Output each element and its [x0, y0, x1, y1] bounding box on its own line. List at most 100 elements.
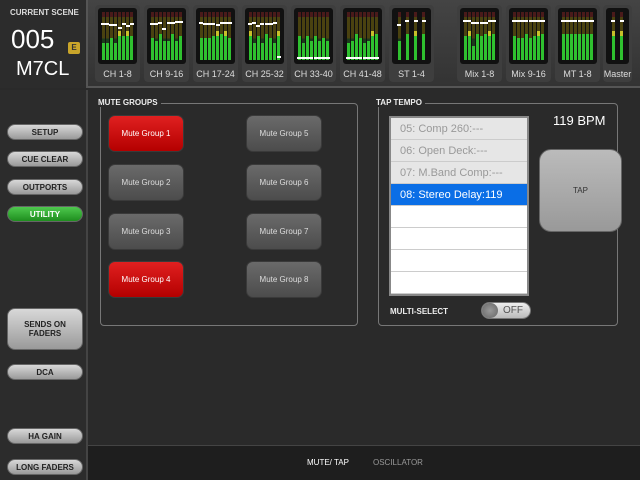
long-faders-button[interactable]: LONG FADERS — [7, 459, 83, 475]
meter-level-bar — [118, 31, 122, 60]
meter-level-bar — [207, 38, 211, 60]
meter-mix-1-8[interactable]: Mix 1-8 — [457, 5, 502, 82]
meter-level-bar — [113, 43, 117, 60]
mute-group-8-button[interactable]: Mute Group 8 — [246, 261, 322, 298]
meter-level-bar — [484, 33, 488, 60]
setup-button[interactable]: SETUP — [7, 124, 83, 140]
tap-button[interactable]: TAP — [539, 149, 622, 232]
meter-level-bar — [397, 40, 401, 60]
meter-level-bar — [150, 38, 154, 60]
multi-select-toggle[interactable]: OFF — [481, 302, 531, 319]
meter-level-bar — [375, 33, 379, 60]
meter-ch-33-40[interactable]: CH 33-40 — [291, 5, 336, 82]
fader-position-marker — [129, 23, 134, 26]
meter-mix-9-16[interactable]: Mix 9-16 — [506, 5, 551, 82]
meter-ch-25-32[interactable]: CH 25-32 — [242, 5, 287, 82]
utility-button[interactable]: UTILITY — [7, 206, 83, 222]
tab-oscillator[interactable]: OSCILLATOR — [373, 458, 423, 467]
meter-st-1-4[interactable]: ST 1-4 — [389, 5, 434, 82]
fader-position-marker — [276, 55, 281, 58]
meter-screen — [196, 8, 235, 64]
mute-group-3-button[interactable]: Mute Group 3 — [108, 213, 184, 250]
mute-group-7-button[interactable]: Mute Group 7 — [246, 213, 322, 250]
list-item-empty — [391, 272, 527, 294]
mute-group-2-button[interactable]: Mute Group 2 — [108, 164, 184, 201]
meter-label: Mix 9-16 — [511, 69, 546, 79]
meter-level-bar — [488, 31, 492, 60]
fader-position-marker — [178, 20, 183, 23]
meter-level-bar — [565, 33, 569, 60]
meter-level-bar — [569, 33, 573, 60]
meter-label: Master — [603, 69, 632, 79]
ha-gain-button[interactable]: HA GAIN — [7, 428, 83, 444]
tab-mute-tap[interactable]: MUTE/ TAP — [307, 458, 349, 467]
fader-position-marker — [405, 19, 410, 22]
tap-tempo-title: TAP TEMPO — [373, 98, 425, 107]
meter-level-bar — [179, 36, 183, 60]
meter-level-bar — [171, 33, 175, 60]
meter-ch-17-24[interactable]: CH 17-24 — [193, 5, 238, 82]
meter-label: CH 25-32 — [245, 69, 284, 79]
mute-group-4-button[interactable]: Mute Group 4 — [108, 261, 184, 298]
bottom-tab-bar: MUTE/ TAP OSCILLATOR — [88, 445, 640, 480]
mute-group-6-button[interactable]: Mute Group 6 — [246, 164, 322, 201]
meter-level-bar — [405, 33, 409, 60]
meter-level-bar — [269, 38, 273, 60]
toggle-state: OFF — [503, 305, 523, 316]
meter-level-bar — [537, 31, 541, 60]
fader-position-marker — [117, 26, 122, 29]
meter-level-bar — [561, 33, 565, 60]
meter-level-bar — [216, 31, 220, 60]
fader-position-marker — [483, 21, 488, 24]
meter-level-bar — [167, 40, 171, 60]
sends-on-faders-button[interactable]: SENDS ON FADERS — [7, 308, 83, 350]
meter-level-bar — [252, 43, 256, 60]
meter-level-bar — [480, 36, 484, 60]
meter-level-bar — [260, 43, 264, 60]
fader-position-marker — [256, 25, 261, 28]
dca-button[interactable]: DCA — [7, 364, 83, 380]
meter-ch-41-48[interactable]: CH 41-48 — [340, 5, 385, 82]
meter-level-bar — [199, 38, 203, 60]
meter-level-bar — [265, 33, 269, 60]
meter-level-bar — [354, 33, 358, 60]
meter-ch-9-16[interactable]: CH 9-16 — [144, 5, 189, 82]
meter-label: ST 1-4 — [398, 69, 425, 79]
meter-level-bar — [463, 36, 467, 60]
mute-group-1-button[interactable]: Mute Group 1 — [108, 115, 184, 152]
bpm-display: 119 BPM — [553, 113, 606, 128]
meter-level-bar — [471, 45, 475, 60]
scene-name: M7CL — [16, 58, 70, 80]
meter-level-bar — [512, 36, 516, 60]
meter-screen — [98, 8, 137, 64]
meter-ch-1-8[interactable]: CH 1-8 — [95, 5, 140, 82]
list-item-empty — [391, 206, 527, 228]
meter-screen — [343, 8, 382, 64]
meter-level-bar — [573, 33, 577, 60]
list-item-empty — [391, 250, 527, 272]
meter-screen — [392, 8, 431, 64]
outports-button[interactable]: OUTPORTS — [7, 179, 83, 195]
current-scene-panel[interactable]: CURRENT SCENE 005 E M7CL — [0, 0, 88, 88]
edit-badge: E — [68, 42, 80, 54]
meter-label: CH 1-8 — [103, 69, 132, 79]
meter-label: MT 1-8 — [563, 69, 592, 79]
sidebar: SETUP CUE CLEAR OUTPORTS UTILITY SENDS O… — [0, 90, 88, 480]
meter-level-bar — [371, 31, 375, 60]
meter-master[interactable]: Master — [603, 5, 632, 82]
effect-list[interactable]: 05: Comp 260:--- 06: Open Deck:--- 07: M… — [389, 116, 529, 296]
mute-groups-title: MUTE GROUPS — [95, 98, 161, 107]
list-item[interactable]: 07: M.Band Comp:--- — [391, 162, 527, 184]
mute-group-5-button[interactable]: Mute Group 5 — [246, 115, 322, 152]
meter-level-bar — [109, 38, 113, 60]
fader-position-marker — [374, 57, 379, 60]
meter-mt-1-8[interactable]: MT 1-8 — [555, 5, 600, 82]
meter-level-bar — [105, 43, 109, 60]
fader-position-marker — [170, 22, 175, 25]
meter-level-bar — [256, 36, 260, 60]
fader-position-marker — [413, 19, 418, 22]
list-item[interactable]: 06: Open Deck:--- — [391, 140, 527, 162]
cue-clear-button[interactable]: CUE CLEAR — [7, 151, 83, 167]
list-item-selected[interactable]: 08: Stereo Delay:119 — [391, 184, 527, 206]
list-item[interactable]: 05: Comp 260:--- — [391, 118, 527, 140]
